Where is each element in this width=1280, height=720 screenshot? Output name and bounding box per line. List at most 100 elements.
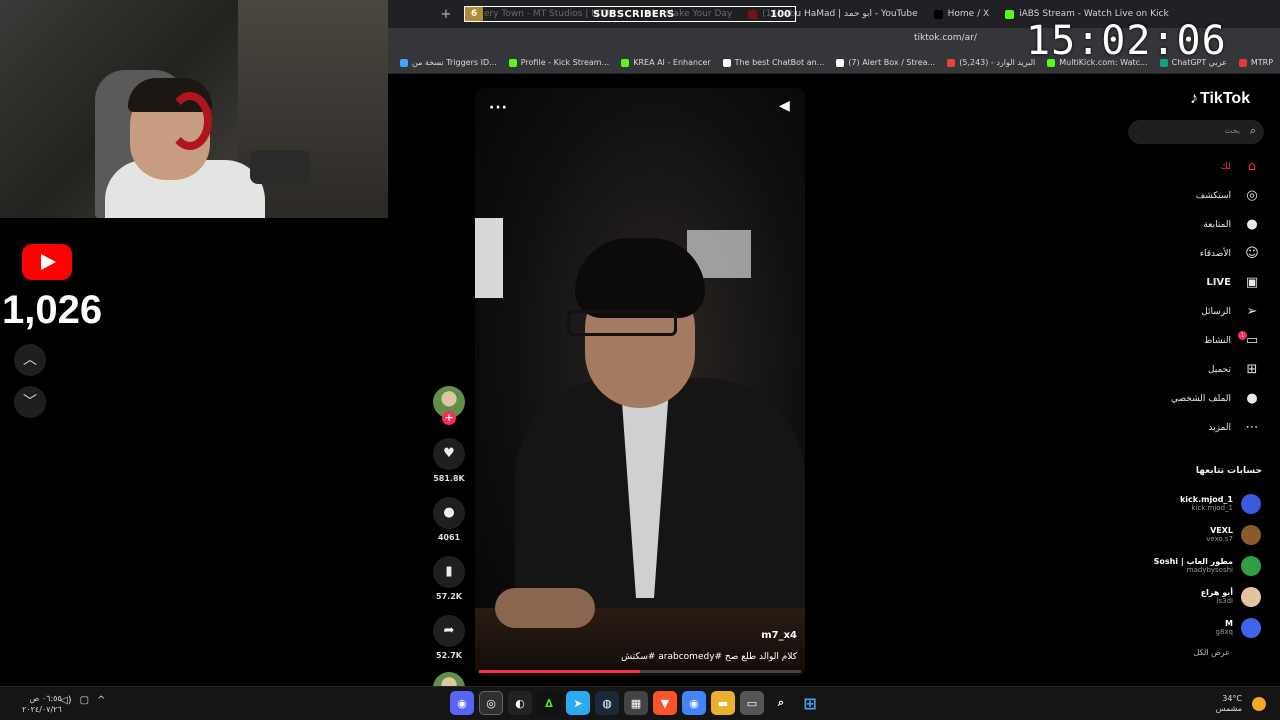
chrome-icon[interactable]: ◉ <box>682 691 706 715</box>
follow-plus-icon[interactable]: + <box>442 411 456 425</box>
comment-button[interactable]: ● <box>433 497 465 529</box>
address-url[interactable]: tiktok.com/ar/ <box>914 33 977 43</box>
search-taskbar-icon[interactable]: ⌕ <box>769 691 793 715</box>
comment-count: 4061 <box>437 533 461 542</box>
creator-avatar[interactable]: + <box>433 386 465 425</box>
following-account[interactable]: Soshi | مطور العاب madybysoshi <box>1130 550 1265 581</box>
sidebar-item-upload[interactable]: تحميل ⊞ <box>1130 355 1265 384</box>
volume-icon[interactable]: ◀ <box>779 98 790 114</box>
notification-badge: 1 <box>1238 331 1247 340</box>
following-account[interactable]: Mg8xq <box>1130 612 1265 643</box>
sidebar-item-messages[interactable]: الرسائل ➢ <box>1130 297 1265 326</box>
account-name: M <box>1225 619 1233 628</box>
save-count: 57.2K <box>436 592 462 601</box>
video-progress-fill <box>479 670 640 673</box>
bookmark-item[interactable]: MTRP <box>1233 58 1279 67</box>
bookmark-favicon-icon <box>1238 58 1247 67</box>
bookmark-label: Profile - Kick Stream... <box>520 58 610 67</box>
sidebar-item-label: LIVE <box>1206 277 1231 288</box>
bookmark-item[interactable]: (7) Alert Box / Strea... <box>830 58 941 67</box>
stream-clock: 15:02:06 <box>1026 18 1227 64</box>
account-names: kick.mjod_1 kick.mjod_1 <box>1180 495 1233 512</box>
weather-widget[interactable]: 34°C مشمس <box>1216 694 1242 714</box>
tab-label: Home / X <box>947 9 990 19</box>
new-tab-button[interactable]: + <box>436 7 456 22</box>
store-icon[interactable]: ▦ <box>624 691 648 715</box>
video-player[interactable]: ··· ◀ m7_x4 كلام الوالد طلع صح #arabcome… <box>475 88 805 676</box>
tray-expand-icon[interactable]: ^ <box>97 695 105 706</box>
discord-icon[interactable]: ◉ <box>450 691 474 715</box>
obs-icon[interactable]: ◎ <box>479 691 503 715</box>
save-button[interactable]: ▮ <box>433 556 465 588</box>
youtube-subscriber-count: 1,026 <box>2 288 103 332</box>
sidebar-item-more[interactable]: المزيد ⋯ <box>1130 413 1265 442</box>
sidebar-item-explore[interactable]: استكشف ◎ <box>1130 181 1265 210</box>
account-name: kick.mjod_1 <box>1179 495 1233 504</box>
video-scene-hand <box>495 588 595 628</box>
more-options-icon[interactable]: ··· <box>489 100 508 116</box>
comment-icon: ● <box>443 505 455 520</box>
bookmark-favicon-icon <box>621 58 630 67</box>
weather-condition: مشمس <box>1215 704 1242 713</box>
heart-icon: ♥ <box>443 446 455 461</box>
taskbar-time: ٠٦:٥٥ ص <box>29 694 62 703</box>
video-progress-bar[interactable] <box>479 670 801 673</box>
like-button[interactable]: ♥ <box>433 438 465 470</box>
sidebar-item-live[interactable]: LIVE ▣ <box>1130 268 1265 297</box>
sidebar-item-activity[interactable]: النشاط ▭ 1 <box>1130 326 1265 355</box>
webcam-headset <box>168 92 212 150</box>
video-caption: كلام الوالد طلع صح #arabcomedy #سكتش <box>621 652 797 662</box>
screen: + ery Town - MT Studios | MTRPok - Make … <box>0 0 1280 720</box>
account-handle: ls3dl <box>1216 597 1233 605</box>
kick-icon[interactable]: ∆ <box>537 691 561 715</box>
tiktok-logo-text: TikTok <box>1200 90 1251 107</box>
account-handle: vexo.s7 <box>1206 535 1233 543</box>
sidebar-item-label: لك <box>1220 161 1231 172</box>
bookmark-favicon-icon <box>508 58 517 67</box>
app-icon[interactable]: ◐ <box>508 691 532 715</box>
account-handle: g8xq <box>1215 628 1233 636</box>
webcam-microphone <box>250 150 310 184</box>
volume-tray-icon[interactable]: ◁) <box>60 695 72 706</box>
bookmark-item[interactable]: The best ChatBot an... <box>717 58 831 67</box>
messages-icon: ➢ <box>1246 304 1258 319</box>
video-actions: + ♥ 581.8K ● 4061 ▮ 57.2K ➦ 52.7K <box>428 386 470 704</box>
sidebar-item-profile[interactable]: الملف الشخصي ● <box>1130 384 1265 413</box>
bookmark-item[interactable]: KREA AI - Enhancer <box>615 58 716 67</box>
video-author[interactable]: m7_x4 <box>761 630 797 641</box>
share-button[interactable]: ➦ <box>433 615 465 647</box>
following-accounts-list: kick.mjod_1 kick.mjod_1 VEXL vexo.s7 Soshi |… <box>1130 488 1265 643</box>
sidebar-item-friends[interactable]: الأصدقاء ☺ <box>1130 239 1265 268</box>
sidebar-item-home[interactable]: لك ⌂ <box>1130 152 1265 181</box>
next-video-button[interactable]: ﹀ <box>14 386 46 418</box>
following-account[interactable]: أبو هزاع ls3dl <box>1130 581 1265 612</box>
previous-video-button[interactable]: ︿ <box>14 344 46 376</box>
browser-tab[interactable]: Home / X <box>926 0 998 28</box>
tiktok-logo[interactable]: ♪ TikTok <box>1190 90 1250 108</box>
file-explorer-icon[interactable]: ▬ <box>711 691 735 715</box>
taskbar-clock[interactable]: ٠٦:٥٥ ص ٢٠٢٤/٠٧/٢٦ <box>22 693 62 715</box>
bookmark-item[interactable]: Profile - Kick Stream... <box>503 58 615 67</box>
sidebar-item-label: الملف الشخصي <box>1171 393 1231 404</box>
bookmark-item[interactable]: نسخة من Triggers ID... <box>394 58 503 67</box>
following-account[interactable]: kick.mjod_1 kick.mjod_1 <box>1130 488 1265 519</box>
sidebar-item-label: تحميل <box>1207 364 1231 375</box>
friends-icon: ☺ <box>1245 246 1259 261</box>
brave-icon[interactable]: ▼ <box>653 691 677 715</box>
search-input[interactable]: بحث ⌕ <box>1128 120 1264 144</box>
task-view-icon[interactable]: ▭ <box>740 691 764 715</box>
following-account[interactable]: VEXL vexo.s7 <box>1130 519 1265 550</box>
telegram-icon[interactable]: ➤ <box>566 691 590 715</box>
account-name: Soshi | مطور العاب <box>1153 557 1233 566</box>
explore-icon: ◎ <box>1246 188 1258 203</box>
network-tray-icon[interactable]: ▢ <box>80 695 89 706</box>
sidebar-item-label: استكشف <box>1195 190 1231 201</box>
bookmark-label: البريد الوارد - (5,243) <box>959 58 1036 67</box>
see-all-link[interactable]: عرض الكل <box>1193 648 1230 657</box>
subscriber-goal-label: SUBSCRIBERS <box>593 8 675 20</box>
account-avatar <box>1241 524 1261 545</box>
sidebar-item-following[interactable]: المتابعة ● <box>1130 210 1265 239</box>
windows-start-icon[interactable]: ⊞ <box>798 691 822 715</box>
bookmark-favicon-icon <box>947 58 956 67</box>
steam-icon[interactable]: ◍ <box>595 691 619 715</box>
